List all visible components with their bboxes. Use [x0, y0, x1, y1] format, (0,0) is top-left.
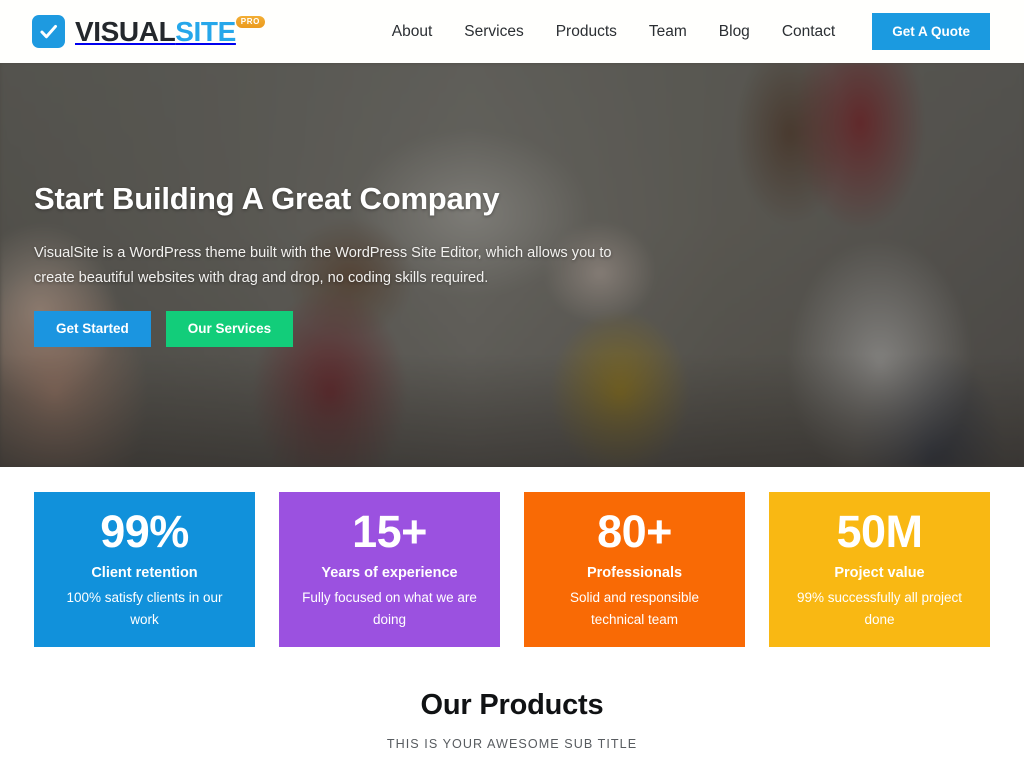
stat-value: 80+ — [597, 506, 672, 557]
brand-word-primary: VISUAL — [75, 15, 176, 47]
stat-card-client-retention: 99% Client retention 100% satisfy client… — [34, 492, 255, 647]
stat-card-professionals: 80+ Professionals Solid and responsible … — [524, 492, 745, 647]
get-a-quote-button[interactable]: Get A Quote — [872, 13, 990, 50]
checkbox-check-icon — [32, 15, 65, 48]
primary-navigation: About Services Products Team Blog Contac… — [376, 13, 990, 50]
hero-button-group: Get Started Our Services — [34, 311, 294, 347]
get-started-button[interactable]: Get Started — [34, 311, 151, 347]
page-root: VISUAL SITE PRO About Services Products T… — [0, 0, 1024, 768]
brand-word-accent: SITE — [175, 15, 236, 47]
our-services-button[interactable]: Our Services — [165, 311, 294, 347]
site-header: VISUAL SITE PRO About Services Products T… — [0, 0, 1024, 63]
nav-item-services[interactable]: Services — [448, 15, 539, 49]
stat-label: Professionals — [586, 564, 683, 581]
stat-value: 15+ — [352, 506, 427, 557]
stat-card-years-of-experience: 15+ Years of experience Fully focused on… — [279, 492, 500, 647]
stat-value: 99% — [100, 506, 189, 557]
nav-item-about[interactable]: About — [376, 15, 449, 49]
site-logo[interactable]: VISUAL SITE PRO — [32, 15, 265, 48]
products-subtitle: THIS IS YOUR AWESOME SUB TITLE — [386, 736, 638, 751]
stat-label: Years of experience — [321, 564, 458, 581]
stat-card-project-value: 50M Project value 99% successfully all p… — [769, 492, 990, 647]
hero-content: Start Building A Great Company VisualSit… — [34, 63, 694, 467]
nav-item-blog[interactable]: Blog — [703, 15, 766, 49]
nav-item-contact[interactable]: Contact — [766, 15, 851, 49]
stat-label: Client retention — [91, 564, 198, 581]
stat-label: Project value — [834, 564, 925, 581]
nav-item-products[interactable]: Products — [540, 15, 633, 49]
hero-description: VisualSite is a WordPress theme built wi… — [34, 245, 612, 287]
stat-description: Solid and responsible technical team — [569, 590, 700, 628]
stat-description: 99% successfully all project done — [796, 590, 963, 628]
stats-section: 99% Client retention 100% satisfy client… — [34, 492, 990, 647]
stat-description: Fully focused on what we are doing — [302, 590, 477, 628]
pro-badge: PRO — [235, 16, 265, 28]
hero-section: Start Building A Great Company VisualSit… — [0, 63, 1024, 467]
products-section: Our Products THIS IS YOUR AWESOME SUB TI… — [0, 688, 1024, 751]
hero-title: Start Building A Great Company — [34, 181, 500, 216]
nav-item-team[interactable]: Team — [633, 15, 703, 49]
stat-value: 50M — [836, 506, 923, 557]
brand-wordmark: VISUAL SITE — [75, 15, 236, 47]
stat-description: 100% satisfy clients in our work — [66, 590, 223, 628]
products-title: Our Products — [420, 689, 604, 721]
